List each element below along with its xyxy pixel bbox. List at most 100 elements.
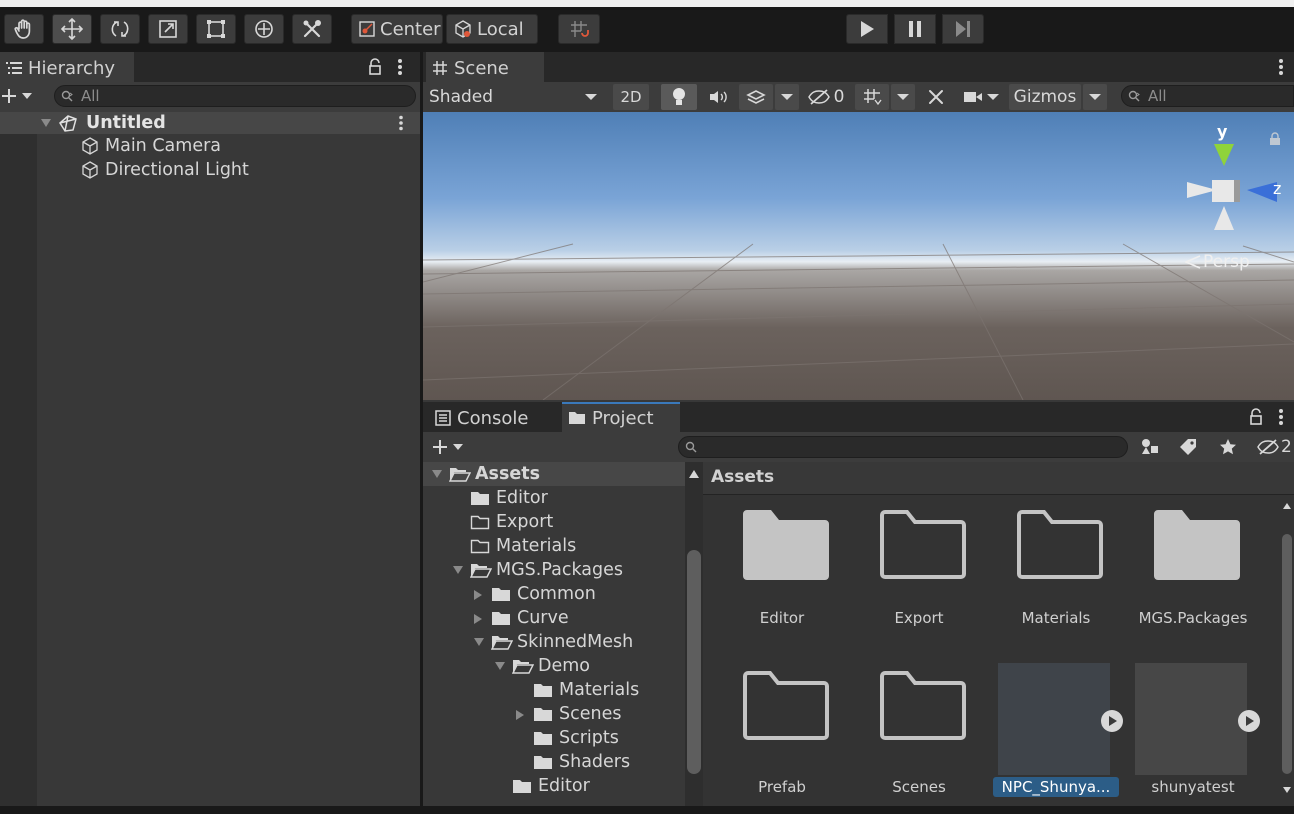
- expanded-arrow-icon[interactable]: [431, 469, 443, 479]
- project-lock-icon[interactable]: [1249, 408, 1263, 426]
- transform-tool-button[interactable]: [244, 14, 284, 44]
- tab-project[interactable]: Project: [562, 402, 680, 432]
- expand-arrow-icon[interactable]: [40, 118, 52, 128]
- gizmos-button[interactable]: Gizmos: [1009, 84, 1081, 110]
- axis-z-label: z: [1273, 179, 1282, 198]
- expanded-arrow-icon[interactable]: [473, 637, 485, 647]
- asset-item[interactable]: Export: [860, 508, 986, 653]
- projection-toggle[interactable]: Persp: [1185, 252, 1250, 272]
- tab-hierarchy[interactable]: Hierarchy: [0, 52, 134, 82]
- pivot-local-button[interactable]: Local: [446, 14, 538, 44]
- asset-item-label: Export: [894, 609, 944, 627]
- project-tree-item[interactable]: Demo: [423, 654, 685, 678]
- lock-icon[interactable]: [368, 58, 382, 76]
- project-create-button[interactable]: [431, 437, 475, 457]
- collapsed-arrow-icon[interactable]: [515, 709, 525, 721]
- grid-scroll-down-icon[interactable]: [1282, 786, 1292, 794]
- asset-item[interactable]: Editor: [723, 508, 849, 653]
- expanded-arrow-icon[interactable]: [452, 565, 464, 575]
- favorites-button[interactable]: [1211, 434, 1245, 460]
- audio-toggle[interactable]: [701, 84, 735, 110]
- gameobject-cube-icon: [80, 136, 100, 156]
- hierarchy-item-label: Directional Light: [105, 160, 249, 180]
- expand-prefab-icon[interactable]: [1237, 709, 1261, 733]
- pivot-center-button[interactable]: Center: [351, 14, 443, 44]
- scene-menu-icon[interactable]: [398, 115, 404, 131]
- grid-scrollbar[interactable]: [1280, 498, 1294, 804]
- camera-settings-dropdown[interactable]: [957, 84, 1005, 110]
- lighting-toggle[interactable]: [661, 84, 697, 110]
- asset-item[interactable]: MGS.Packages: [1134, 508, 1260, 653]
- project-tree-item[interactable]: Editor: [423, 774, 685, 798]
- more-menu-icon[interactable]: [397, 58, 403, 76]
- gizmo-lock-icon[interactable]: [1269, 132, 1281, 146]
- local-space-icon: [453, 19, 473, 39]
- effects-dropdown[interactable]: [775, 84, 799, 110]
- tree-scrollbar-thumb[interactable]: [687, 550, 701, 774]
- effects-toggle[interactable]: [739, 84, 773, 110]
- filter-by-label-button[interactable]: [1171, 434, 1205, 460]
- hierarchy-item[interactable]: Directional Light: [80, 158, 249, 182]
- project-tree-item[interactable]: Materials: [423, 678, 685, 702]
- tab-console[interactable]: Console: [429, 402, 559, 432]
- breadcrumb-assets[interactable]: Assets: [711, 467, 774, 487]
- asset-item[interactable]: Scenes: [860, 669, 986, 814]
- scene-tools-button[interactable]: [921, 84, 951, 110]
- toggle-2d-button[interactable]: 2D: [613, 84, 649, 110]
- tools-icon: [926, 87, 946, 107]
- project-tree-item[interactable]: Assets: [423, 462, 685, 486]
- scene-visibility-toggle[interactable]: 0: [803, 84, 849, 110]
- project-tree-item[interactable]: Editor: [423, 486, 685, 510]
- filter-by-type-button[interactable]: [1133, 434, 1167, 460]
- grid-scroll-up-icon[interactable]: [1282, 502, 1292, 510]
- shading-mode-dropdown[interactable]: Shaded: [423, 84, 603, 110]
- expanded-arrow-icon[interactable]: [494, 661, 506, 671]
- scene-viewport[interactable]: y z Persp: [423, 112, 1294, 400]
- asset-item[interactable]: Prefab: [723, 669, 849, 814]
- custom-tool-button[interactable]: [292, 14, 332, 44]
- project-tree-item[interactable]: Scripts: [423, 726, 685, 750]
- scale-tool-button[interactable]: [148, 14, 188, 44]
- hand-tool-button[interactable]: [4, 14, 44, 44]
- grid-scrollbar-thumb[interactable]: [1282, 534, 1292, 774]
- collapsed-arrow-icon[interactable]: [473, 613, 483, 625]
- hierarchy-search-input[interactable]: All: [54, 85, 416, 107]
- scene-search-input[interactable]: All: [1121, 85, 1294, 107]
- pause-button[interactable]: [894, 14, 936, 44]
- project-search-input[interactable]: [678, 436, 1128, 458]
- project-tree-item[interactable]: Materials: [423, 534, 685, 558]
- grid-dropdown[interactable]: [891, 84, 915, 110]
- tree-scrollbar[interactable]: [685, 462, 703, 806]
- scroll-up-arrow-icon[interactable]: [688, 469, 700, 479]
- grid-snap-button[interactable]: [558, 14, 600, 44]
- expand-prefab-icon[interactable]: [1100, 709, 1124, 733]
- asset-item[interactable]: Materials: [997, 508, 1123, 653]
- scene-more-icon[interactable]: [1278, 58, 1284, 76]
- project-tree-item[interactable]: SkinnedMesh: [423, 630, 685, 654]
- project-visibility-toggle[interactable]: 2: [1253, 434, 1294, 460]
- project-more-icon[interactable]: [1278, 408, 1284, 426]
- rect-tool-button[interactable]: [196, 14, 236, 44]
- play-button[interactable]: [846, 14, 888, 44]
- move-tool-button[interactable]: [52, 14, 92, 44]
- empty-folder-icon: [1015, 508, 1105, 582]
- tab-scene[interactable]: Scene: [426, 52, 544, 82]
- hierarchy-item[interactable]: Main Camera: [80, 134, 221, 158]
- project-tree-label: Demo: [538, 656, 590, 676]
- project-tree-item[interactable]: Curve: [423, 606, 685, 630]
- project-tree-item[interactable]: Scenes: [423, 702, 685, 726]
- grid-toggle[interactable]: [855, 84, 889, 110]
- project-tree-item[interactable]: Common: [423, 582, 685, 606]
- rotate-tool-button[interactable]: [100, 14, 140, 44]
- step-button[interactable]: [942, 14, 984, 44]
- project-tree-item[interactable]: Export: [423, 510, 685, 534]
- gizmos-dropdown[interactable]: [1083, 84, 1107, 110]
- plus-icon: [431, 438, 449, 456]
- collapsed-arrow-icon[interactable]: [473, 589, 483, 601]
- project-tree-item[interactable]: MGS.Packages: [423, 558, 685, 582]
- asset-item[interactable]: shunyatest: [1134, 663, 1261, 814]
- asset-item[interactable]: NPC_Shunya...: [993, 663, 1124, 814]
- scene-root-row[interactable]: Untitled: [0, 112, 420, 134]
- hierarchy-create-button[interactable]: [0, 86, 40, 106]
- project-tree-item[interactable]: Shaders: [423, 750, 685, 774]
